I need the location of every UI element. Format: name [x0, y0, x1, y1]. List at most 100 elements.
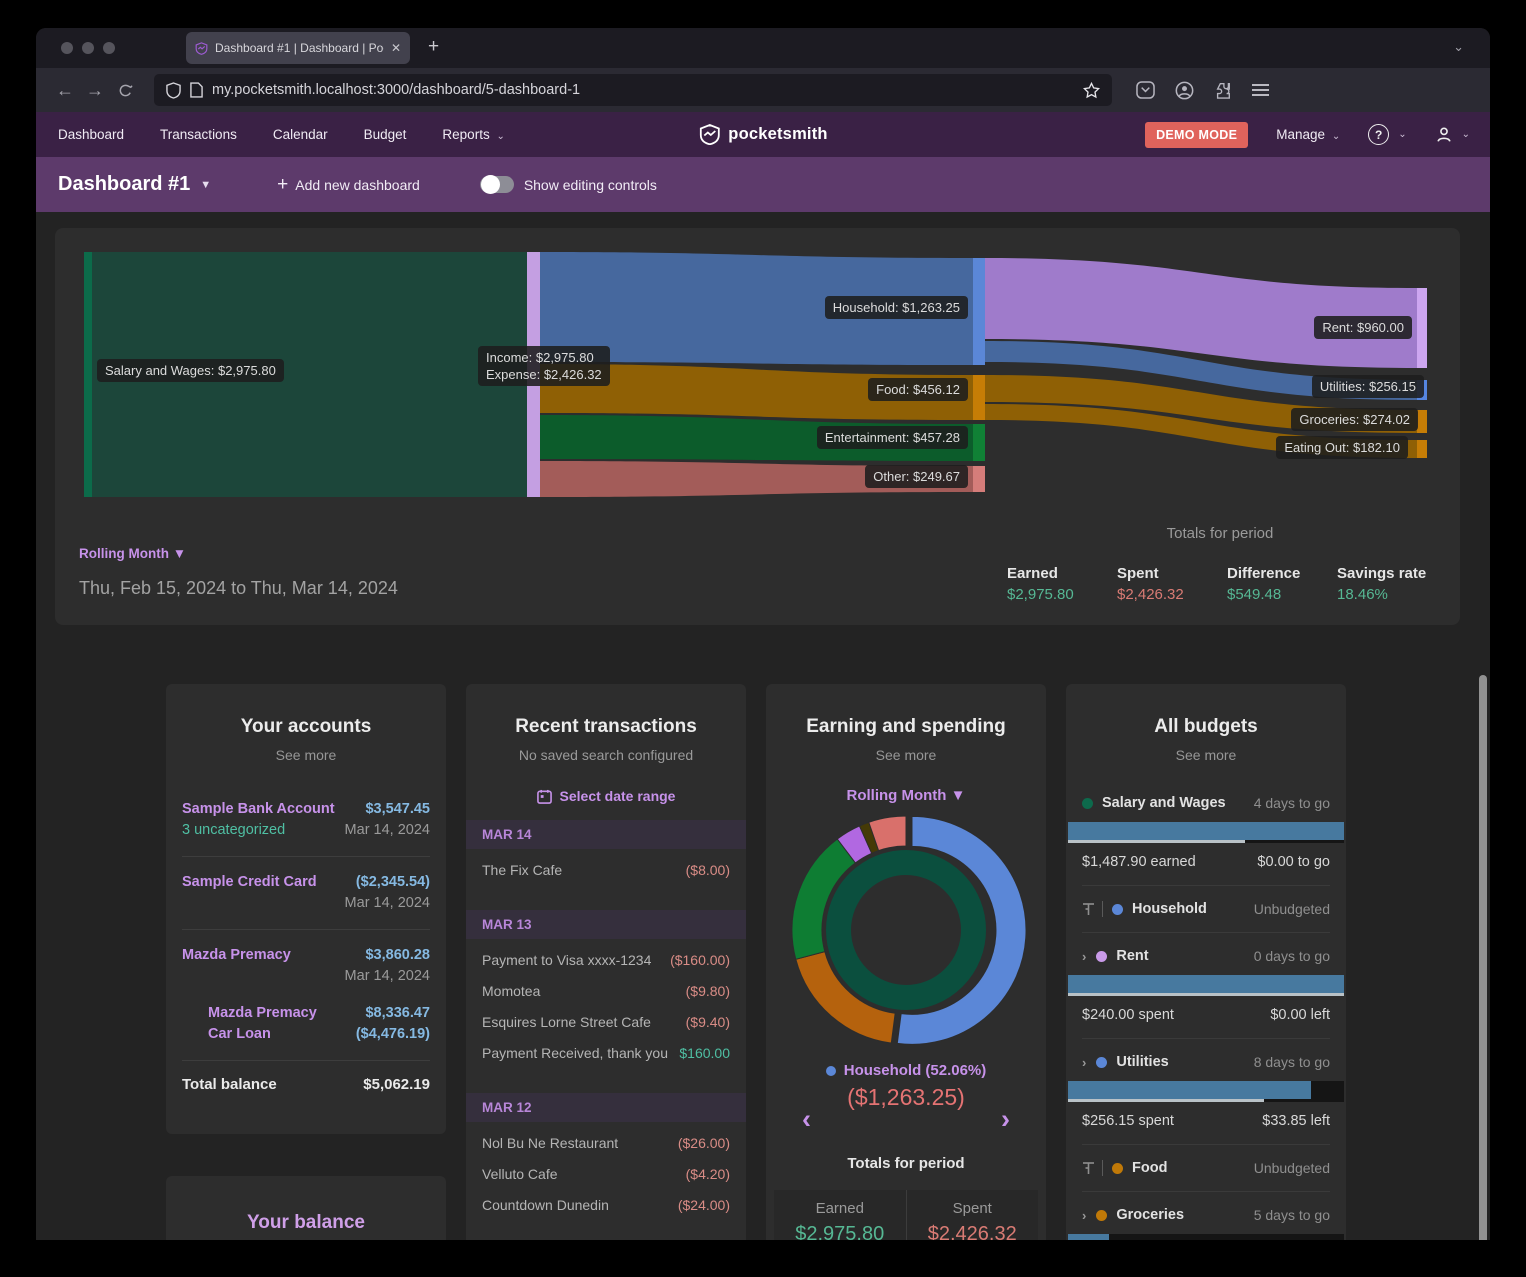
tab-title: Dashboard #1 | Dashboard | Poc: [215, 41, 384, 55]
next-category-arrow[interactable]: ›: [1001, 1104, 1010, 1135]
budget-progress-bar: [1068, 1081, 1344, 1102]
chevron-down-icon: ⌄: [1462, 129, 1470, 140]
sankey-label-entertainment: Entertainment: $457.28: [817, 426, 968, 449]
nav-item-dashboard[interactable]: Dashboard: [58, 127, 124, 142]
url-bar[interactable]: my.pocketsmith.localhost:3000/dashboard/…: [154, 74, 1112, 106]
budget-row[interactable]: HouseholdUnbudgeted: [1082, 901, 1330, 917]
tx-row[interactable]: The Fix Cafe($8.00): [466, 849, 746, 880]
period-selector[interactable]: Rolling Month ▼: [79, 546, 186, 561]
account-icon[interactable]: [1175, 81, 1194, 100]
card-title: Earning and spending: [766, 716, 1046, 738]
app-nav: Dashboard Transactions Calendar Budget R…: [36, 112, 1490, 157]
tx-date-header: MAR 13: [466, 910, 746, 939]
pocket-icon[interactable]: [1136, 81, 1155, 99]
nav-item-help[interactable]: ?⌄: [1368, 124, 1406, 145]
total-savings-rate: Savings rate18.46%: [1337, 565, 1426, 603]
nav-item-budget[interactable]: Budget: [364, 127, 407, 142]
back-button[interactable]: ←: [50, 80, 80, 101]
page-info-icon[interactable]: [190, 82, 203, 98]
totals-title: Totals for period: [1005, 525, 1435, 542]
chevron-down-icon: ⌄: [494, 131, 505, 142]
budget-progress-bar: [1068, 1234, 1344, 1240]
tx-date-header: MAR 14: [466, 820, 746, 849]
nav-right: DEMO MODE Manage ⌄ ?⌄ ⌄: [1145, 122, 1470, 148]
see-more-link[interactable]: See more: [166, 747, 446, 763]
tx-row[interactable]: Momotea($9.80): [466, 970, 746, 1001]
tx-row[interactable]: Nol Bu Ne Restaurant($26.00): [466, 1122, 746, 1153]
no-saved-search-text: No saved search configured: [466, 747, 746, 763]
account-row[interactable]: Mazda Premacy$3,860.28 Mar 14, 2024: [182, 945, 430, 987]
nav-item-reports[interactable]: Reports ⌄: [442, 127, 504, 142]
url-text[interactable]: my.pocketsmith.localhost:3000/dashboard/…: [212, 82, 1074, 98]
total-earned: Earned$2,975.80: [1007, 565, 1074, 603]
legend-dot: [826, 1066, 836, 1076]
see-more-link[interactable]: See more: [1066, 747, 1346, 763]
tx-row[interactable]: Payment Received, thank you$160.00: [466, 1032, 746, 1063]
totals-panel: Earned$2,975.80 Spent$2,426.32: [774, 1190, 1038, 1240]
total-spent: Spent$2,426.32: [1117, 565, 1184, 603]
editing-controls-toggle[interactable]: [480, 176, 514, 193]
nav-item-user[interactable]: ⌄: [1435, 126, 1470, 144]
budget-row[interactable]: Salary and Wages4 days to go $1,487.90 e…: [1082, 795, 1330, 870]
see-more-link[interactable]: See more: [766, 747, 1046, 763]
nav-item-transactions[interactable]: Transactions: [160, 127, 237, 142]
budgets-card: All budgets See more Salary and Wages4 d…: [1066, 684, 1346, 1240]
chevron-down-icon: ▼: [173, 546, 186, 561]
sankey-label-eating-out: Eating Out: $182.10: [1276, 436, 1408, 459]
scrollbar-thumb[interactable]: [1479, 675, 1487, 1240]
chevron-down-icon: ▼: [951, 787, 966, 804]
tx-row[interactable]: Payment to Visa xxxx-1234($160.00): [466, 939, 746, 970]
select-date-range-button[interactable]: Select date range: [466, 788, 746, 804]
close-window-button[interactable]: [61, 42, 73, 54]
browser-tab[interactable]: Dashboard #1 | Dashboard | Poc ✕: [186, 32, 410, 64]
toolbar-icons: [1136, 81, 1269, 100]
dashboard-bar: Dashboard #1▼ +Add new dashboard Show ed…: [36, 157, 1490, 212]
widgets-grid: Your accounts See more Sample Bank Accou…: [166, 684, 1346, 1240]
budget-row[interactable]: FoodUnbudgeted: [1082, 1160, 1330, 1176]
chevron-down-icon: ⌄: [1398, 129, 1406, 140]
window-controls[interactable]: [61, 42, 115, 54]
pocketsmith-logo[interactable]: pocketsmith: [698, 124, 827, 145]
budget-row[interactable]: ›Utilities8 days to go $256.15 spent$33.…: [1082, 1054, 1330, 1129]
reload-button[interactable]: [110, 83, 140, 98]
account-row[interactable]: Sample Credit Card($2,345.54) Mar 14, 20…: [182, 872, 430, 914]
prev-category-arrow[interactable]: ‹: [802, 1104, 811, 1135]
period-selector[interactable]: Rolling Month ▼: [766, 787, 1046, 804]
browser-toolbar: ← → my.pocketsmith.localhost:3000/dashbo…: [36, 68, 1490, 112]
card-title: Recent transactions: [466, 716, 746, 738]
tx-row[interactable]: Countdown Dunedin($24.00): [466, 1184, 746, 1215]
bookmark-star-icon[interactable]: [1083, 82, 1100, 99]
zoom-window-button[interactable]: [103, 42, 115, 54]
total-difference: Difference$549.48: [1227, 565, 1300, 603]
tx-row[interactable]: Esquires Lorne Street Cafe($9.40): [466, 1001, 746, 1032]
tx-date-header: MAR 12: [466, 1093, 746, 1122]
forward-button[interactable]: →: [80, 80, 110, 101]
tx-row[interactable]: Velluto Cafe($4.20): [466, 1153, 746, 1184]
accounts-card: Your accounts See more Sample Bank Accou…: [166, 684, 446, 1134]
tracking-shield-icon[interactable]: [166, 82, 181, 99]
cashflow-sankey-panel: Salary and Wages: $2,975.80 Income: $2,9…: [55, 228, 1460, 625]
rollup-icon[interactable]: [1082, 1160, 1103, 1176]
tab-close-icon[interactable]: ✕: [391, 41, 401, 55]
account-row-child[interactable]: Mazda Premacy$8,336.47 Car Loan($4,476.1…: [182, 1003, 430, 1045]
nav-item-calendar[interactable]: Calendar: [273, 127, 328, 142]
account-row[interactable]: Sample Bank Account$3,547.45 3 uncategor…: [182, 799, 430, 841]
nav-item-manage[interactable]: Manage ⌄: [1276, 127, 1340, 142]
minimize-window-button[interactable]: [82, 42, 94, 54]
pocketsmith-shield-icon: [698, 124, 721, 145]
sankey-label-household: Household: $1,263.25: [825, 296, 968, 319]
extensions-puzzle-icon[interactable]: [1214, 81, 1232, 99]
card-title: All budgets: [1066, 716, 1346, 738]
new-tab-button[interactable]: +: [428, 36, 439, 58]
budget-row[interactable]: ›Rent0 days to go $240.00 spent$0.00 lef…: [1082, 948, 1330, 1023]
earning-spending-card: Earning and spending See more Rolling Mo…: [766, 684, 1046, 1240]
dashboard-title-dropdown[interactable]: Dashboard #1▼: [58, 173, 211, 196]
menu-hamburger-icon[interactable]: [1252, 83, 1269, 97]
rollup-icon[interactable]: [1082, 901, 1103, 917]
budget-row[interactable]: ›Groceries5 days to go $38.20 spent$211.…: [1082, 1207, 1330, 1240]
calendar-icon: [537, 789, 552, 804]
list-tabs-chevron-icon[interactable]: ⌄: [1453, 39, 1464, 55]
add-dashboard-button[interactable]: +Add new dashboard: [277, 174, 420, 196]
budget-progress-bar: [1068, 822, 1344, 843]
browser-window: Dashboard #1 | Dashboard | Poc ✕ + ⌄ ← →…: [36, 28, 1490, 1240]
